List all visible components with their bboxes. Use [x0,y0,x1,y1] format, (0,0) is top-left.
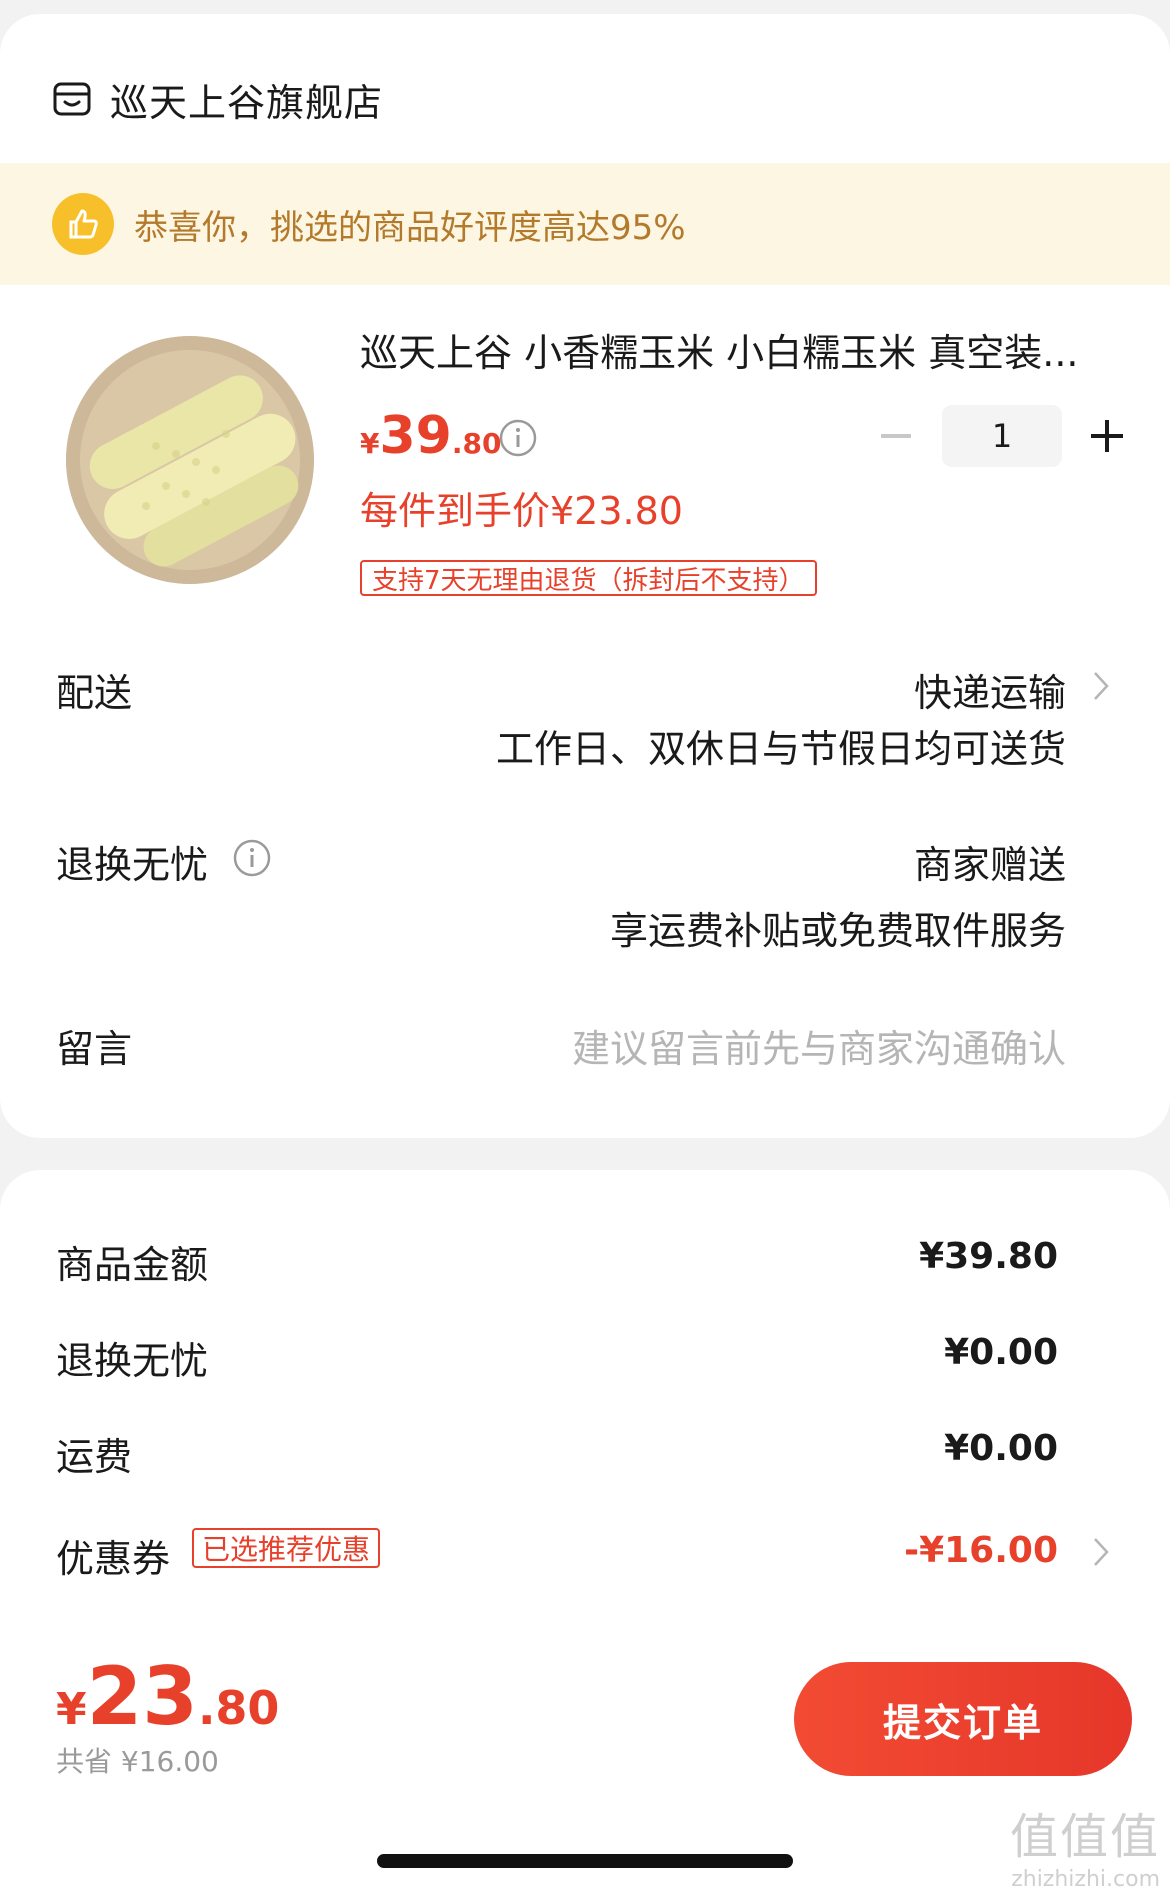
worry-free-note: 享运费补贴或免费取件服务 [609,909,1066,953]
chevron-right-icon[interactable] [1092,1536,1110,1568]
goods-amount-value: ¥39.80 [919,1236,1058,1277]
delivery-method[interactable]: 快递运输 [914,662,1066,717]
price-integer: 39 [379,406,452,466]
increase-button[interactable] [1082,411,1132,461]
watermark-url: zhizhizhi.com [1011,1867,1160,1892]
decrease-button[interactable] [874,414,918,458]
price-decimal: .80 [451,427,502,460]
store-icon [53,82,91,116]
quantity-input[interactable]: 1 [942,405,1062,467]
coupon-tag: 已选推荐优惠 [192,1528,381,1568]
total-saved: 共省 ¥16.00 [56,1745,219,1778]
delivery-label: 配送 [56,671,133,715]
price-info-icon[interactable] [498,418,538,458]
unit-final-price: 每件到手价¥23.80 [360,489,683,533]
quantity-stepper: 1 [874,405,1132,467]
watermark: 值值值 zhizhizhi.com [1010,1797,1160,1892]
shipping-fee-label: 运费 [56,1435,133,1479]
coupon-label: 优惠券 [56,1537,171,1581]
banner-text: 恭喜你，挑选的商品好评度高达95% [134,207,686,248]
price-currency: ¥ [360,427,380,460]
total-integer: 23 [86,1650,198,1743]
shop-header[interactable]: 巡天上谷旗舰店 [52,74,384,125]
total-currency: ¥ [56,1684,87,1735]
thumbs-up-icon [52,193,114,255]
rating-banner: 恭喜你，挑选的商品好评度高达95% [0,163,1170,285]
product-price: ¥ 39 .80 [360,406,501,466]
minus-icon [881,434,911,438]
total-price: ¥ 23 .80 [56,1650,279,1743]
goods-amount-label: 商品金额 [56,1243,209,1287]
return-policy-tag: 支持7天无理由退货（拆封后不支持） [360,560,817,596]
coupon-value[interactable]: -¥16.00 [904,1530,1058,1571]
submit-order-button[interactable]: 提交订单 [794,1662,1132,1776]
watermark-logo: 值值值 [1009,1809,1160,1865]
delivery-note: 工作日、双休日与节假日均可送货 [495,727,1066,771]
product-image[interactable] [66,336,314,584]
message-input[interactable]: 建议留言前先与商家沟通确认 [572,1018,1066,1073]
product-title[interactable]: 巡天上谷 小香糯玉米 小白糯玉米 真空装... [360,322,1110,377]
worry-free-value: 商家赠送 [913,843,1066,887]
worry-free-label: 退换无忧 [56,843,209,887]
shipping-fee-value: ¥0.00 [944,1428,1058,1469]
chevron-right-icon[interactable] [1092,670,1110,702]
total-decimal: .80 [197,1681,280,1735]
worry-free-fee-value: ¥0.00 [944,1332,1058,1373]
message-label: 留言 [56,1027,133,1071]
worry-free-info-icon[interactable] [232,838,272,878]
worry-free-fee-label: 退换无忧 [56,1339,209,1383]
shop-name: 巡天上谷旗舰店 [110,80,384,125]
plus-icon [1091,420,1123,452]
home-indicator[interactable] [377,1854,793,1868]
